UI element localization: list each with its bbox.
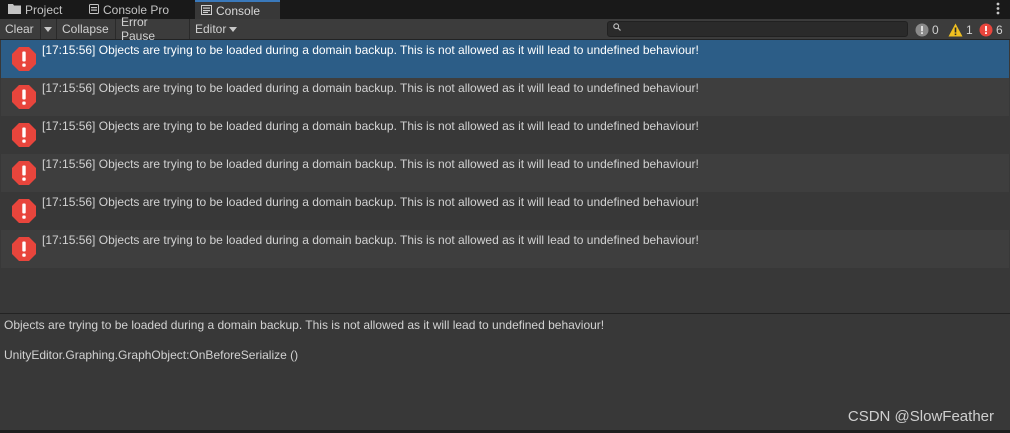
error-icon — [11, 198, 37, 224]
error-count-toggle[interactable]: 6 — [979, 21, 1003, 38]
watermark: CSDN @SlowFeather — [847, 408, 994, 425]
error-pause-toggle[interactable]: Error Pause — [116, 15, 190, 43]
collapse-toggle[interactable]: Collapse — [57, 19, 116, 39]
error-count: 6 — [996, 22, 1003, 37]
search-icon — [613, 23, 621, 33]
tab-project-label: Project — [25, 2, 63, 17]
warning-count-toggle[interactable]: 1 — [948, 21, 973, 38]
search-field[interactable] — [607, 21, 908, 37]
editor-dropdown-label: Editor — [195, 22, 227, 36]
tab-project[interactable]: Project — [8, 0, 62, 19]
log-entry[interactable]: [17:15:56] Objects are trying to be load… — [1, 40, 1009, 78]
clear-options-dropdown[interactable] — [41, 19, 57, 39]
log-entry-text: [17:15:56] Objects are trying to be load… — [42, 81, 699, 95]
error-icon — [11, 160, 37, 186]
log-entry[interactable]: [17:15:56] Objects are trying to be load… — [1, 116, 1009, 154]
log-entry-text: [17:15:56] Objects are trying to be load… — [42, 233, 699, 247]
warning-icon — [948, 23, 963, 37]
log-list[interactable]: [17:15:56] Objects are trying to be load… — [0, 40, 1010, 313]
editor-dropdown[interactable]: Editor — [190, 19, 240, 39]
tab-console-label: Console — [216, 3, 261, 18]
detail-message: Objects are trying to be loaded during a… — [4, 318, 605, 332]
more-options-icon[interactable] — [996, 2, 1000, 17]
log-entry-text: [17:15:56] Objects are trying to be load… — [42, 43, 699, 57]
tab-console[interactable]: Console — [195, 0, 280, 19]
error-icon — [11, 46, 37, 72]
console-pro-icon — [89, 3, 99, 17]
folder-icon — [8, 3, 21, 17]
search-input[interactable] — [624, 22, 904, 36]
log-entry-text: [17:15:56] Objects are trying to be load… — [42, 119, 699, 133]
log-entry-text: [17:15:56] Objects are trying to be load… — [42, 195, 699, 209]
log-entry[interactable]: [17:15:56] Objects are trying to be load… — [1, 230, 1009, 268]
chevron-down-icon — [44, 26, 52, 32]
error-icon — [11, 84, 37, 110]
info-count-toggle[interactable]: 0 — [915, 21, 939, 38]
clear-button[interactable]: Clear — [0, 19, 41, 39]
clear-button-label: Clear — [5, 22, 34, 36]
chevron-down-icon — [229, 26, 238, 32]
collapse-toggle-label: Collapse — [62, 22, 109, 36]
detail-stack-trace[interactable]: UnityEditor.Graphing.GraphObject:OnBefor… — [4, 348, 298, 362]
log-entry[interactable]: [17:15:56] Objects are trying to be load… — [1, 154, 1009, 192]
console-icon — [201, 4, 212, 18]
error-pause-label: Error Pause — [121, 15, 156, 43]
log-entry[interactable]: [17:15:56] Objects are trying to be load… — [1, 192, 1009, 230]
console-toolbar: Clear Collapse Error Pause Editor 0 1 6 — [0, 15, 1010, 43]
info-count: 0 — [932, 22, 939, 37]
log-detail-panel[interactable]: Objects are trying to be loaded during a… — [0, 314, 1010, 430]
error-icon — [11, 236, 37, 262]
log-entry-text: [17:15:56] Objects are trying to be load… — [42, 157, 699, 171]
error-icon — [979, 23, 993, 37]
warning-count: 1 — [966, 22, 973, 37]
info-icon — [915, 23, 929, 37]
log-entry[interactable]: [17:15:56] Objects are trying to be load… — [1, 78, 1009, 116]
error-icon — [11, 122, 37, 148]
